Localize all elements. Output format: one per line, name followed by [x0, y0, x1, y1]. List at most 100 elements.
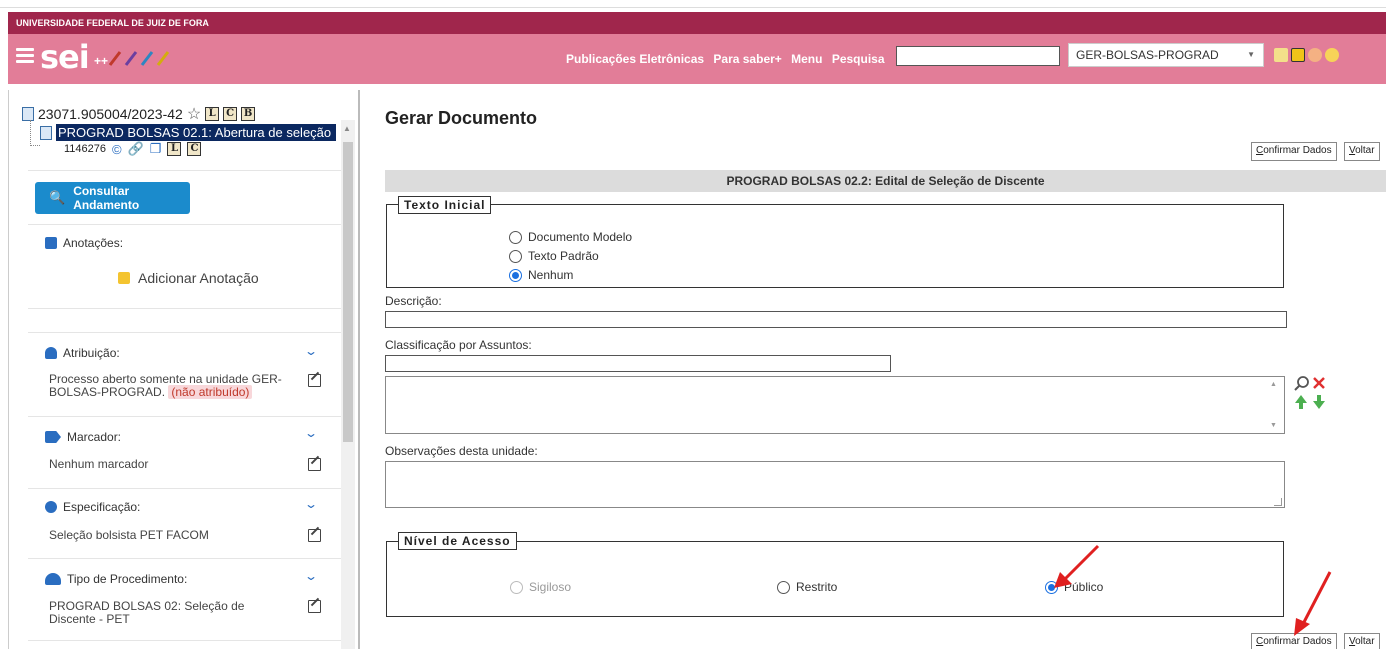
sticky-note-icon	[118, 272, 130, 284]
adicionar-anotacao-link[interactable]: Adicionar Anotação	[118, 270, 259, 286]
confirmar-dados-button-top[interactable]: Confirmar Dados	[1251, 142, 1337, 161]
classificacao-actions	[1294, 376, 1325, 409]
copy-icon[interactable]: ❐	[150, 141, 162, 157]
folder-icon	[22, 107, 34, 121]
texto-inicial-legend: Texto Inicial	[398, 196, 492, 214]
magnifier-icon[interactable]	[1294, 376, 1309, 391]
nav-publicacoes[interactable]: Publicações Eletrônicas	[566, 52, 704, 66]
tools-icon[interactable]	[1325, 48, 1339, 62]
unit-select-value: GER-BOLSAS-PROGRAD	[1076, 48, 1219, 62]
divider	[28, 224, 341, 225]
radio-button-checked[interactable]	[509, 268, 522, 282]
sei-logo[interactable]: sei	[40, 38, 90, 76]
document-icon	[40, 125, 52, 140]
news-icon[interactable]	[1291, 48, 1305, 62]
voltar-button-top[interactable]: Voltar	[1344, 142, 1380, 161]
process-number[interactable]: 23071.905004/2023-42	[38, 106, 183, 122]
remove-icon[interactable]	[1313, 377, 1325, 389]
app-window: UNIVERSIDADE FEDERAL DE JUIZ DE FORA sei…	[0, 0, 1386, 649]
anotacoes-title: Anotações:	[45, 236, 123, 250]
radio-label: Documento Modelo	[528, 230, 633, 244]
document-label[interactable]: PROGRAD BOLSAS 02.1: Abertura de seleção	[56, 124, 336, 141]
move-up-icon[interactable]	[1295, 395, 1307, 409]
search-input[interactable]	[896, 46, 1060, 66]
chevron-down-icon[interactable]: ⌄	[304, 497, 318, 511]
edit-icon[interactable]	[308, 529, 321, 542]
doc-btn-c[interactable]: C	[187, 142, 202, 156]
edit-icon[interactable]	[308, 458, 321, 471]
sidebar-scrollbar[interactable]: ▲	[341, 120, 355, 649]
voltar-button-bottom[interactable]: Voltar	[1344, 633, 1380, 649]
radio-button[interactable]	[509, 230, 522, 244]
classificacao-search-input[interactable]	[385, 355, 891, 372]
menu-icon[interactable]	[16, 48, 34, 63]
radio-sigiloso[interactable]: Sigiloso	[510, 580, 571, 594]
anotacoes-label: Anotações:	[63, 236, 124, 250]
search-icon: 🔍	[49, 190, 66, 205]
edit-icon[interactable]	[308, 374, 321, 387]
radio-label: Sigiloso	[529, 580, 572, 594]
pencils-icon	[108, 51, 170, 66]
doc-number: 1146276	[64, 143, 107, 155]
user-icon[interactable]	[1308, 48, 1322, 62]
marcador-label: Marcador:	[67, 430, 122, 444]
chevron-down-icon[interactable]: ⌄	[304, 426, 318, 440]
resize-grip-icon[interactable]	[1274, 498, 1282, 506]
unit-select[interactable]: GER-BOLSAS-PROGRAD ▼	[1068, 43, 1264, 67]
move-down-icon[interactable]	[1313, 395, 1325, 409]
scroll-up-icon[interactable]: ▲	[343, 124, 351, 133]
especificacao-label: Especificação:	[63, 500, 141, 514]
atribuicao-title: Atribuição:	[45, 346, 120, 360]
nav-pesquisa[interactable]: Pesquisa	[832, 52, 885, 66]
especificacao-text: Seleção bolsista PET FACOM	[49, 528, 209, 542]
divider	[28, 332, 341, 333]
link-icon[interactable]: 🔗	[128, 141, 144, 157]
process-btn-c[interactable]: C	[223, 107, 238, 121]
chevron-down-icon[interactable]: ⌄	[304, 344, 318, 358]
tree-document-node[interactable]: PROGRAD BOLSAS 02.1: Abertura de seleção	[40, 124, 336, 141]
consultar-andamento-label: Consultar Andamento	[73, 184, 140, 212]
doc-btn-l[interactable]: L	[167, 142, 182, 156]
radio-button[interactable]	[509, 249, 522, 263]
tree-document-number: 1146276 © 🔗 ❐ L C	[64, 141, 202, 157]
copyright-icon[interactable]: ©	[112, 142, 122, 157]
radio-texto-padrao[interactable]: Texto Padrão	[509, 249, 599, 263]
grid-icon[interactable]	[1274, 48, 1288, 62]
nav-para-saber[interactable]: Para saber+	[713, 52, 781, 66]
tag-icon	[45, 431, 61, 443]
nav-menu[interactable]: Menu	[791, 52, 822, 66]
radio-documento-modelo[interactable]: Documento Modelo	[509, 230, 632, 244]
nao-atribuido-badge: (não atribuído)	[168, 385, 253, 399]
star-icon[interactable]: ☆	[187, 104, 201, 124]
scrollbar-thumb[interactable]	[343, 142, 353, 442]
classificacao-list[interactable]: ▲ ▼	[385, 376, 1285, 434]
radio-button-disabled[interactable]	[510, 580, 523, 594]
header-icons	[1274, 48, 1339, 66]
divider	[28, 308, 341, 309]
edit-icon[interactable]	[308, 600, 321, 613]
observacoes-textarea[interactable]	[385, 461, 1285, 508]
radio-restrito[interactable]: Restrito	[777, 580, 837, 594]
tipo-procedimento-text: PROGRAD BOLSAS 02: Seleção de Discente -…	[49, 599, 245, 626]
radio-label: Nenhum	[528, 268, 574, 282]
document-type-bar: PROGRAD BOLSAS 02.2: Edital de Seleção d…	[385, 170, 1386, 192]
tree-process-node[interactable]: 23071.905004/2023-42 ☆ L C B	[22, 104, 256, 124]
classificacao-label: Classificação por Assuntos:	[385, 338, 532, 352]
chevron-down-icon[interactable]: ⌄	[304, 569, 318, 583]
radio-label: Texto Padrão	[528, 249, 599, 263]
page-title: Gerar Documento	[385, 108, 538, 128]
radio-nenhum[interactable]: Nenhum	[509, 268, 573, 282]
process-btn-b[interactable]: B	[241, 107, 256, 121]
sei-logo-suffix: ++	[94, 54, 109, 68]
browser-top-line	[0, 0, 1386, 8]
speech-bubble-icon	[45, 501, 57, 513]
inbox-icon	[45, 573, 61, 585]
panel-splitter[interactable]	[358, 90, 360, 649]
consultar-andamento-button[interactable]: 🔍 Consultar Andamento	[35, 182, 190, 214]
list-scrollbar[interactable]: ▲ ▼	[1270, 379, 1282, 431]
descricao-input[interactable]	[385, 311, 1287, 328]
marcador-text: Nenhum marcador	[49, 457, 149, 471]
radio-button[interactable]	[777, 580, 790, 594]
process-btn-l[interactable]: L	[205, 107, 220, 121]
tipo-procedimento-label: Tipo de Procedimento:	[67, 572, 188, 586]
